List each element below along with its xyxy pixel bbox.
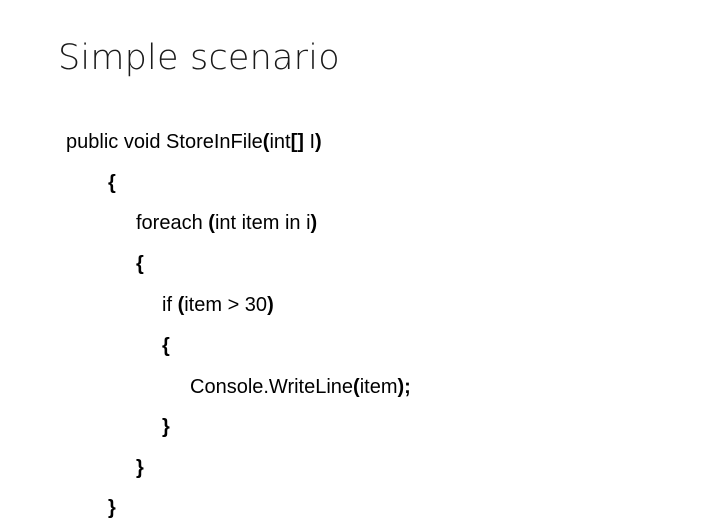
code-token: int item in i [214,212,311,234]
code-token-brace: { [108,172,116,194]
code-token-brace: } [162,416,170,438]
code-token: item [359,376,398,398]
code-line-open-brace: { [162,332,170,360]
code-token-open-paren: ( [353,376,360,398]
code-line-close-brace: } [136,454,144,482]
code-token-brace: { [162,335,170,357]
code-line-foreach: foreach (int item in i) [136,209,317,237]
code-token: if [162,294,178,316]
code-token-close-paren: ) [315,131,322,153]
code-token: foreach [136,212,209,234]
code-token: int [269,131,291,153]
slide-title: Simple scenario [58,38,340,78]
code-token-close-paren: ) [310,212,318,234]
code-line-if: if (item > 30) [162,291,274,319]
code-token-brace: } [136,457,144,479]
code-token: public void StoreInFile [66,131,263,153]
code-line-close-brace: } [108,494,116,522]
code-line-method-signature: public void StoreInFile(int[] I) [66,128,322,156]
code-line-close-brace: } [162,413,170,441]
code-line-open-brace: { [108,169,116,197]
code-token-brace: } [108,497,116,519]
code-token-brace: { [136,253,144,275]
code-token: item > 30 [184,294,268,316]
code-token-open-paren: ( [208,212,215,234]
code-token: I [303,131,316,153]
code-token-close-paren-semicolon: ); [397,376,411,398]
code-token: Console.WriteLine [190,376,354,398]
code-line-console-writeline: Console.WriteLine(item); [190,373,411,401]
code-token-brackets: [] [290,131,304,153]
code-line-open-brace: { [136,250,144,278]
code-token-close-paren: ) [267,294,274,316]
